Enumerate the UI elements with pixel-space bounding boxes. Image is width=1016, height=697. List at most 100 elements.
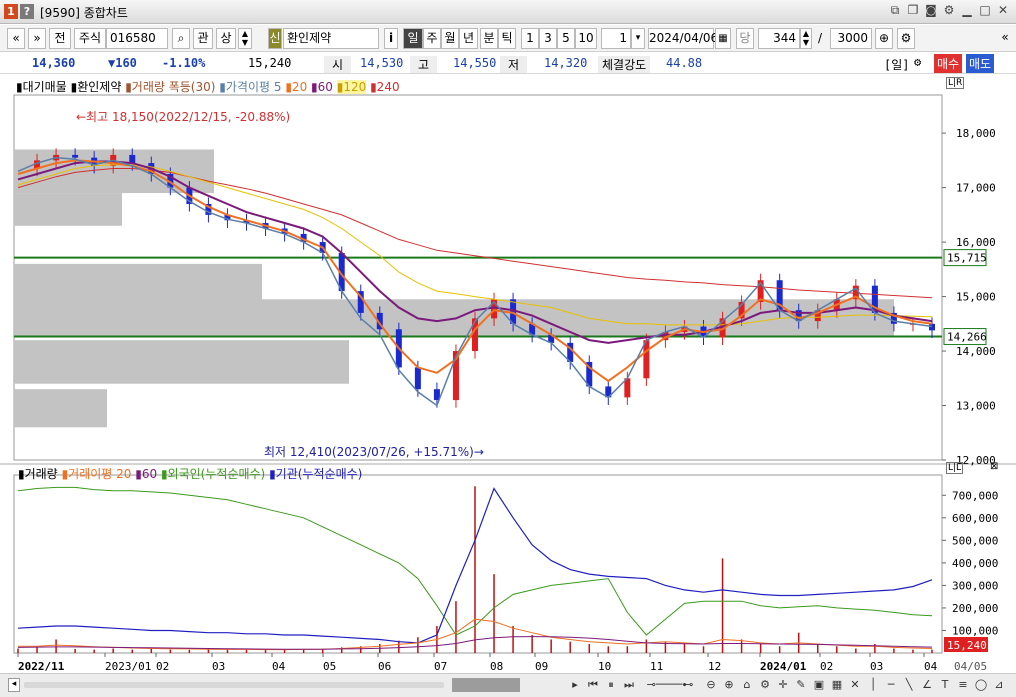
pencil-icon[interactable]: ✎ <box>794 678 808 692</box>
collapse-icon[interactable]: « <box>998 28 1012 49</box>
unit-input[interactable]: 1 <box>601 28 631 49</box>
interest-button[interactable]: 관 <box>193 28 213 49</box>
calendar-icon[interactable]: ▦ <box>715 28 731 49</box>
count-input[interactable]: 344 <box>758 28 800 49</box>
range-slider-icon[interactable]: ⊸────⊷ <box>640 678 700 692</box>
settings-icon[interactable]: ⚙ <box>942 3 956 19</box>
trendline-icon[interactable]: ╲ <box>902 678 916 692</box>
screenshot-icon[interactable]: ◙ <box>924 3 938 19</box>
current-button[interactable]: 당 <box>736 28 754 49</box>
min-10-button[interactable]: 10 <box>575 28 597 49</box>
y-tick-label: 18,000 <box>956 127 996 140</box>
zoom-in-icon[interactable]: ⊕ <box>722 678 736 692</box>
zoom-in-icon[interactable]: ⊕ <box>875 28 893 49</box>
min-5-button[interactable]: 5 <box>557 28 575 49</box>
link-icon[interactable]: ⧉ <box>888 3 902 19</box>
upper-scale-mode[interactable]: L|R <box>946 77 965 89</box>
sang-button[interactable]: 상 <box>216 28 236 49</box>
x-tick-label: 2023/01 <box>105 660 151 673</box>
fibonacci-icon[interactable]: ≡ <box>956 678 970 692</box>
window-title: [9590] 종합차트 <box>40 6 128 20</box>
crosshair-icon[interactable]: ✛ <box>776 678 790 692</box>
x-tick-label: 12 <box>708 660 721 673</box>
chart-canvas[interactable]: 18,00017,00016,00015,00014,00013,00012,0… <box>0 75 1016 673</box>
code-input[interactable]: 016580 <box>106 28 168 49</box>
stock-name-field[interactable]: 환인제약 <box>283 28 379 49</box>
play-icon[interactable]: ▸ <box>568 678 582 692</box>
candle-body <box>929 323 935 331</box>
angle-icon[interactable]: ∠ <box>920 678 934 692</box>
x-tick-label: 2024/01 <box>760 660 807 673</box>
high-label: 고 <box>410 56 438 73</box>
period-year[interactable]: 년 <box>459 28 478 49</box>
last-icon[interactable]: ⏭ <box>622 678 636 692</box>
help-badge[interactable]: ? <box>20 4 34 19</box>
unit-dropdown-icon[interactable]: ▾ <box>631 28 645 49</box>
scroll-left-icon[interactable]: ◂ <box>8 678 20 692</box>
supply-bar <box>14 193 122 226</box>
open-value: 14,530 <box>360 56 404 70</box>
minimize-icon[interactable]: ▁ <box>960 3 974 19</box>
prev-button[interactable]: 전 <box>49 28 71 49</box>
y-tick-label: 15,000 <box>956 291 996 304</box>
measure-icon[interactable]: ⊿ <box>992 678 1006 692</box>
date-input[interactable]: 2024/04/06 <box>648 28 718 49</box>
low-value: 14,320 <box>544 56 588 70</box>
period-day[interactable]: 일 <box>403 28 423 49</box>
prev-double-icon[interactable]: « <box>7 28 25 49</box>
lower-scale-mode[interactable]: L|L <box>946 462 964 474</box>
min-1-button[interactable]: 1 <box>521 28 539 49</box>
close-icon[interactable]: ✕ <box>996 3 1010 19</box>
total-input[interactable]: 3000 <box>830 28 872 49</box>
text-tool-icon[interactable]: T <box>938 678 952 692</box>
updown-stepper-icon[interactable]: ▲ ▼ <box>238 28 252 49</box>
maximize-icon[interactable]: □ <box>978 3 992 19</box>
vertical-line-icon[interactable]: │ <box>866 678 880 692</box>
strength-label: 체결강도 <box>598 56 651 73</box>
legend-item: ▮거래량 폭등(30) <box>125 80 216 94</box>
home-icon[interactable]: ⌂ <box>740 678 754 692</box>
buy-button[interactable]: 매수 <box>934 54 963 73</box>
count-stepper-icon[interactable]: ▲ ▼ <box>800 28 812 49</box>
period-mode-label: [일] <box>884 58 910 72</box>
gear-icon[interactable]: ⚙ <box>914 55 921 69</box>
dropdown-toggle-icon[interactable]: » <box>28 28 46 49</box>
horizontal-scrollbar[interactable] <box>24 682 444 688</box>
search-icon[interactable]: ⌕ <box>172 28 190 49</box>
title-bar: 1 ? [9590] 종합차트 ⧉ ❐ ◙ ⚙ ▁ □ ✕ <box>0 0 1016 24</box>
period-month[interactable]: 월 <box>441 28 459 49</box>
y-tick-label: 14,000 <box>956 345 996 358</box>
pause-icon[interactable]: ⏸ <box>604 678 618 692</box>
y-tick-label: 700,000 <box>952 489 998 502</box>
cross-icon[interactable]: ✕ <box>848 678 862 692</box>
close-pane-icon[interactable]: ⊠ <box>990 461 998 472</box>
image-icon[interactable]: ▣ <box>812 678 826 692</box>
zoom-out-icon[interactable]: ⊖ <box>704 678 718 692</box>
horizontal-line-icon[interactable]: ─ <box>884 678 898 692</box>
chart-tool-icons: ▸ ⏮ ⏸ ⏭ ⊸────⊷ ⊖ ⊕ ⌂ ⚙ ✛ ✎ ▣ ▦ ✕ │ ─ ╲ ∠… <box>568 678 1006 692</box>
resistance-label: 14,266 <box>947 331 987 344</box>
grid-icon[interactable]: ▦ <box>830 678 844 692</box>
ellipse-icon[interactable]: ◯ <box>974 678 988 692</box>
period-week[interactable]: 주 <box>423 28 441 49</box>
info-button[interactable]: i <box>384 28 398 49</box>
market-select[interactable]: 주식 <box>74 28 106 49</box>
supply-bar <box>14 389 107 428</box>
toolbar: « » 전 주식 016580 ⌕ 관 상 ▲ ▼ 신 환인제약 i 일 주 월 … <box>0 25 1016 52</box>
period-tick[interactable]: 틱 <box>498 28 516 49</box>
copy-icon[interactable]: ❐ <box>906 3 920 19</box>
legend-item: ▮60 <box>135 467 158 481</box>
y-tick-label: 13,000 <box>956 400 996 413</box>
supply-bar <box>14 263 262 303</box>
first-icon[interactable]: ⏮ <box>586 678 600 692</box>
settings-icon[interactable]: ⚙ <box>758 678 772 692</box>
chart-area[interactable]: 18,000 17,000 16,000 15,000 14,000 13,000 12,0… <box>0 75 1016 673</box>
scroll-thumb[interactable] <box>452 678 520 692</box>
min-3-button[interactable]: 3 <box>539 28 557 49</box>
gear-icon[interactable]: ⚙ <box>897 28 915 49</box>
period-minute[interactable]: 분 <box>480 28 498 49</box>
sell-button[interactable]: 매도 <box>966 54 995 73</box>
window-number-badge[interactable]: 1 <box>4 4 18 19</box>
legend-item: ▮60 <box>311 80 333 94</box>
legend-item: ▮240 <box>370 80 400 94</box>
